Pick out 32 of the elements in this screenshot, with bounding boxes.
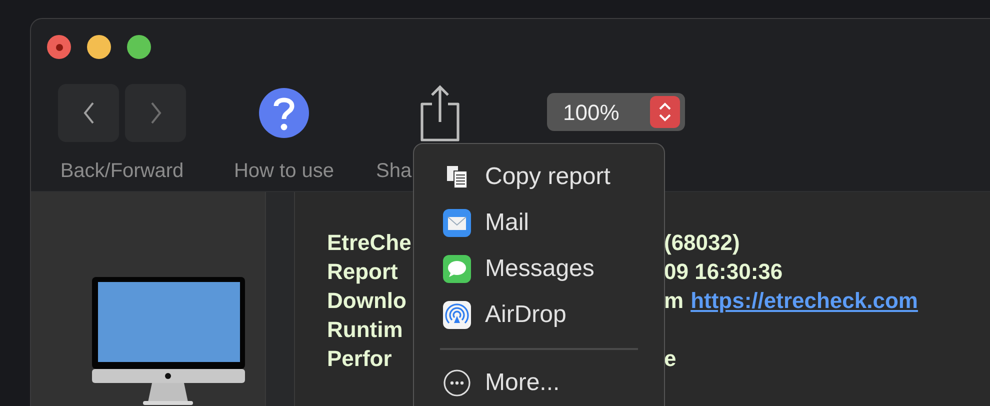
stepper-button[interactable] <box>650 96 680 128</box>
website-link[interactable]: https://etrecheck.com <box>690 286 918 315</box>
menu-item[interactable]: Messages <box>414 246 664 292</box>
chevron-right-icon <box>148 101 162 125</box>
report-text: e <box>664 345 676 373</box>
menu-item[interactable]: More... <box>414 360 664 406</box>
up-down-icon <box>658 101 672 123</box>
report-text: Report <box>327 259 398 284</box>
zoom-field[interactable]: 100% <box>547 93 685 131</box>
report-text: Downlo <box>327 288 406 313</box>
minimize-button[interactable] <box>87 35 111 59</box>
documents-icon <box>445 165 469 189</box>
speech-bubble-icon <box>443 255 471 283</box>
menu-item[interactable]: AirDrop <box>414 292 664 338</box>
envelope-icon <box>443 209 471 237</box>
close-button[interactable] <box>47 35 71 59</box>
report-text: (68032) <box>664 229 740 257</box>
menu-item[interactable]: Mail <box>414 200 664 246</box>
zoom-button[interactable] <box>127 35 151 59</box>
report-text: Runtim <box>327 317 403 342</box>
toolbar-label: Sha <box>376 159 412 183</box>
report-text: 09 16:30:36 <box>664 258 783 286</box>
menu-item[interactable]: Copy report <box>414 154 664 200</box>
help-icon <box>259 88 309 138</box>
more-icon <box>443 369 471 397</box>
report-text: EtreChe <box>327 230 412 255</box>
chevron-left-icon <box>82 101 96 125</box>
toolbar-label: How to use <box>234 159 334 183</box>
airdrop-icon <box>443 301 471 329</box>
report-text: Perfor <box>327 346 392 371</box>
report-text: m <box>664 287 684 315</box>
toolbar-label: Back/Forward <box>60 159 184 183</box>
